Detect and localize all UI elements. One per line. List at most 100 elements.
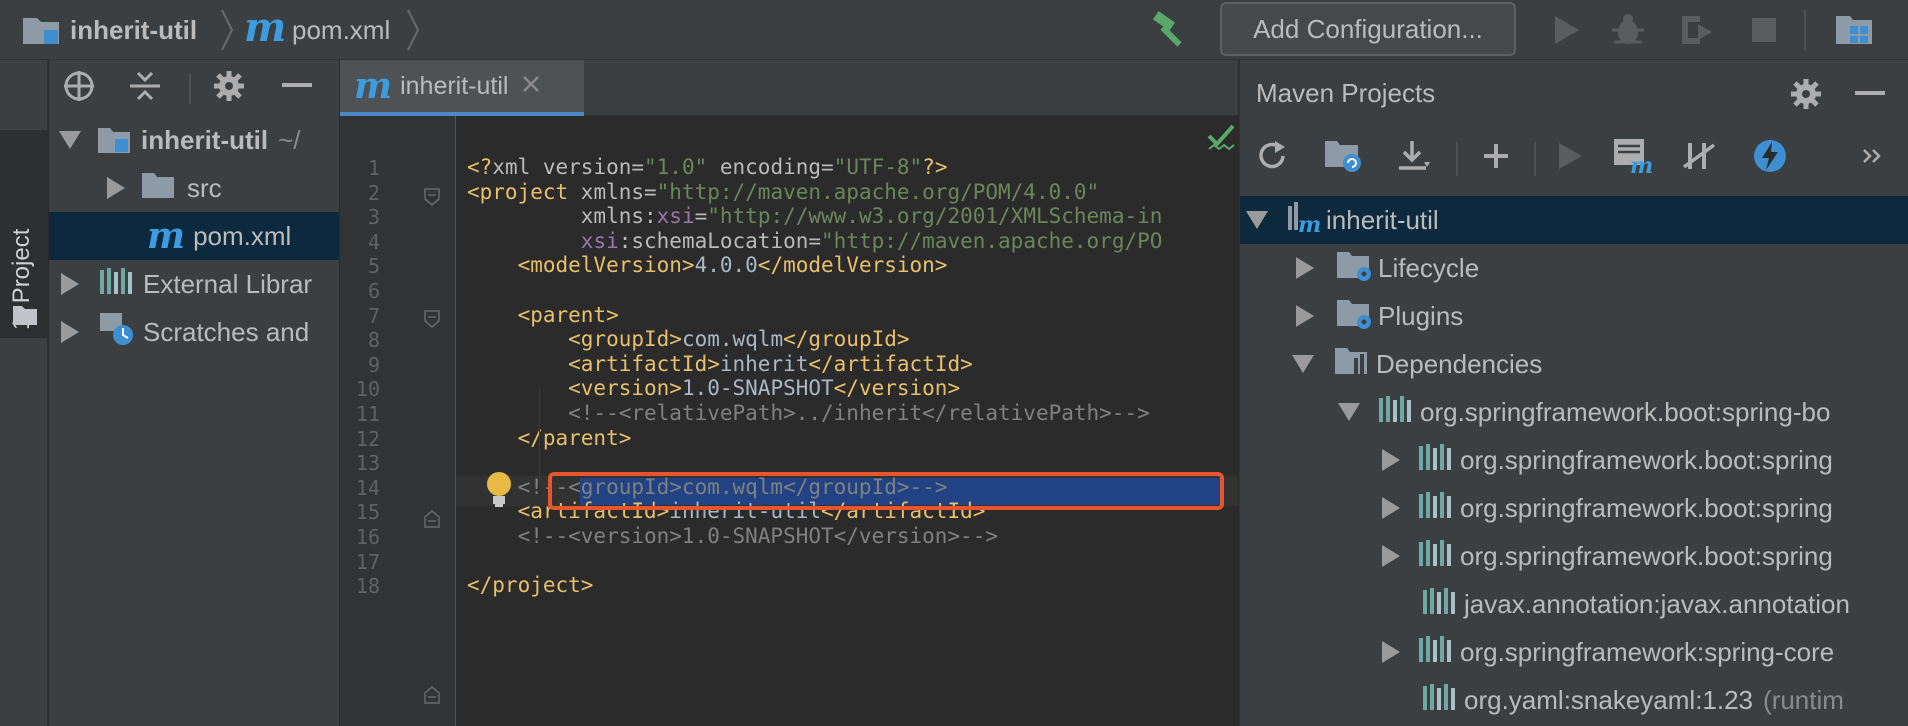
gear-icon[interactable]: [209, 66, 249, 106]
maven-dependency-label: org.springframework.boot:spring: [1460, 444, 1833, 475]
execute-maven-goal-icon[interactable]: m: [1612, 136, 1652, 176]
maven-tree-item-dependencies[interactable]: Dependencies: [1240, 340, 1908, 388]
line-number[interactable]: 17: [340, 550, 380, 574]
chevron-right-icon[interactable]: [1296, 305, 1314, 327]
hide-panel-icon[interactable]: [277, 66, 317, 106]
add-maven-project-icon[interactable]: [1476, 136, 1516, 176]
inspection-ok-check-icon[interactable]: [1206, 122, 1236, 152]
chevron-down-icon[interactable]: [1292, 355, 1314, 373]
tree-item-pom-xml[interactable]: m pom.xml: [49, 212, 339, 260]
maven-dependency-item[interactable]: org.springframework.boot:spring: [1240, 484, 1908, 532]
library-icon: [99, 266, 133, 303]
tree-item-external-libraries[interactable]: External Librar: [49, 260, 339, 308]
chevron-right-icon[interactable]: [1382, 641, 1400, 663]
editor-tab-inherit-util[interactable]: m inherit-util: [340, 60, 584, 116]
line-number[interactable]: 13: [340, 451, 380, 475]
fold-marker-icon[interactable]: [424, 188, 440, 206]
code-token: "http://maven.apache.org/PO: [821, 228, 1163, 253]
more-actions-chevron-icon[interactable]: [1852, 136, 1892, 176]
chevron-right-icon[interactable]: [1296, 257, 1314, 279]
chevron-right-icon[interactable]: [1382, 497, 1400, 519]
maven-dependency-item[interactable]: org.springframework.boot:spring: [1240, 532, 1908, 580]
line-number[interactable]: 12: [340, 427, 380, 451]
code-token: <?: [467, 155, 493, 179]
line-number[interactable]: 5: [340, 254, 380, 278]
project-structure-icon[interactable]: [1834, 10, 1874, 50]
locate-target-icon[interactable]: [59, 66, 99, 106]
collapse-all-icon[interactable]: [125, 66, 165, 106]
line-number[interactable]: 3: [340, 205, 380, 229]
line-number[interactable]: 8: [340, 328, 380, 352]
maven-dependency-item[interactable]: org.springframework.boot:spring: [1240, 436, 1908, 484]
chevron-right-icon[interactable]: [61, 321, 79, 343]
gear-icon[interactable]: [1786, 74, 1826, 114]
code-line[interactable]: </parent>: [467, 423, 632, 453]
add-configuration-button[interactable]: Add Configuration...: [1220, 2, 1516, 56]
library-icon: [1418, 442, 1452, 479]
chevron-down-icon[interactable]: [1338, 403, 1360, 421]
code-token: <version>: [467, 376, 682, 401]
library-icon: [1418, 490, 1452, 527]
lightbulb-icon[interactable]: [484, 470, 514, 508]
line-number[interactable]: 6: [340, 279, 380, 303]
line-number[interactable]: 10: [340, 377, 380, 401]
line-number[interactable]: 18: [340, 574, 380, 598]
skip-tests-icon[interactable]: [1750, 136, 1790, 176]
hide-panel-icon[interactable]: [1850, 74, 1890, 114]
build-hammer-icon[interactable]: [1150, 10, 1190, 50]
code-token: "1.0": [644, 155, 708, 179]
chevron-right-icon[interactable]: [1382, 449, 1400, 471]
chevron-right-icon[interactable]: [61, 273, 79, 295]
maven-dependency-item[interactable]: org.springframework.boot:spring-bo: [1240, 388, 1908, 436]
code-line[interactable]: </project>: [467, 570, 593, 600]
project-folder-icon: [22, 14, 62, 46]
maven-dependency-label: org.springframework.boot:spring: [1460, 492, 1833, 523]
line-number[interactable]: 2: [340, 181, 380, 205]
stop-icon[interactable]: [1744, 10, 1784, 50]
project-tool-window-tab-area[interactable]: 1: Project: [0, 130, 48, 338]
folder-icon: [12, 304, 38, 331]
line-number[interactable]: 14: [340, 476, 380, 500]
toggle-offline-mode-icon[interactable]: [1680, 136, 1720, 176]
tree-item-inherit-util[interactable]: inherit-util ~/: [49, 116, 339, 164]
chevron-down-icon[interactable]: [1246, 211, 1268, 229]
chevron-right-icon[interactable]: [107, 177, 125, 199]
toolbar-separator: [1456, 142, 1458, 176]
chevron-down-icon[interactable]: [59, 131, 81, 149]
breadcrumb-project[interactable]: inherit-util: [70, 0, 197, 60]
reimport-refresh-icon[interactable]: [1252, 136, 1292, 176]
run-icon[interactable]: [1546, 10, 1586, 50]
maven-tree-item-inherit-util[interactable]: m inherit-util: [1240, 196, 1908, 244]
maven-tree-item-lifecycle[interactable]: Lifecycle: [1240, 244, 1908, 292]
maven-dependency-item[interactable]: javax.annotation:javax.annotation: [1240, 580, 1908, 628]
run-maven-build-icon[interactable]: [1550, 136, 1590, 176]
maven-dependency-item[interactable]: org.springframework:spring-core: [1240, 628, 1908, 676]
maven-dependency-label: org.springframework.boot:spring: [1460, 540, 1833, 571]
run-with-coverage-icon[interactable]: [1676, 10, 1716, 50]
line-number[interactable]: 15: [340, 500, 380, 524]
close-icon[interactable]: [522, 75, 540, 98]
download-sources-icon[interactable]: [1394, 136, 1434, 176]
fold-marker-icon[interactable]: [424, 310, 440, 328]
line-number[interactable]: 16: [340, 525, 380, 549]
fold-end-marker-icon[interactable]: [424, 510, 440, 528]
tree-item-src[interactable]: src: [49, 164, 339, 212]
breadcrumb-file[interactable]: pom.xml: [292, 0, 390, 60]
tree-item-scratches[interactable]: Scratches and: [49, 308, 339, 356]
line-number[interactable]: 7: [340, 304, 380, 328]
debug-icon[interactable]: [1608, 10, 1648, 50]
maven-toolbar: m: [1240, 128, 1908, 186]
line-number[interactable]: 1: [340, 156, 380, 180]
maven-tree-item-plugins[interactable]: Plugins: [1240, 292, 1908, 340]
code-token: <!--<version>1.0-SNAPSHOT</version>-->: [467, 524, 999, 548]
code-line[interactable]: <!--<version>1.0-SNAPSHOT</version>-->: [467, 521, 998, 551]
line-number[interactable]: 11: [340, 402, 380, 426]
generate-sources-icon[interactable]: [1324, 136, 1364, 176]
code-line[interactable]: <modelVersion>4.0.0</modelVersion>: [467, 250, 948, 280]
line-number[interactable]: 9: [340, 353, 380, 377]
library-icon: [1422, 586, 1456, 623]
line-number[interactable]: 4: [340, 230, 380, 254]
chevron-right-icon[interactable]: [1382, 545, 1400, 567]
maven-dependency-item[interactable]: org.yaml:snakeyaml:1.23 (runtim: [1240, 676, 1908, 724]
fold-end-marker-icon[interactable]: [424, 686, 440, 704]
